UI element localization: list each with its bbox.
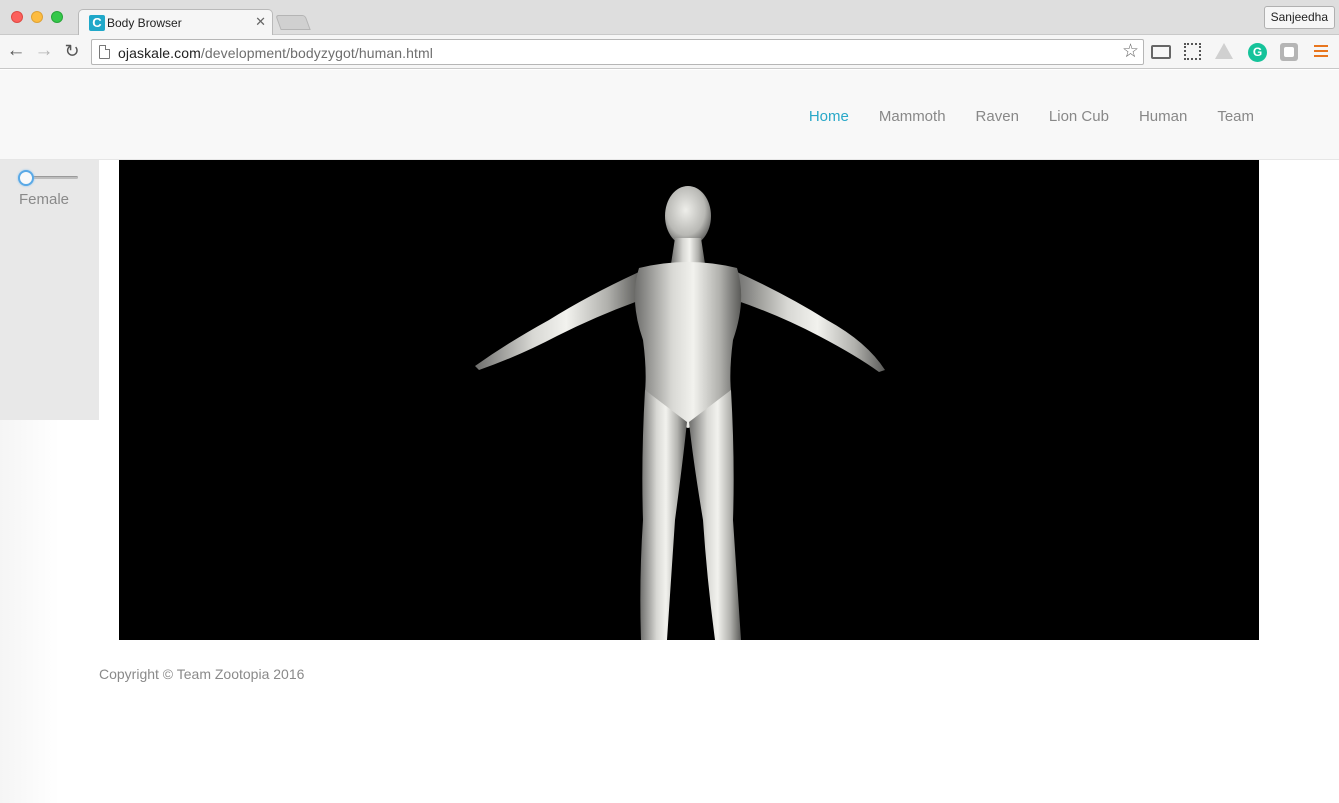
gender-slider[interactable] bbox=[18, 170, 80, 186]
shield-extension-icon[interactable] bbox=[1280, 43, 1298, 61]
tab-title: Body Browser bbox=[107, 16, 182, 30]
menu-icon[interactable] bbox=[1314, 45, 1328, 59]
nav-team[interactable]: Team bbox=[1217, 108, 1254, 125]
slider-label: Female bbox=[19, 191, 70, 208]
close-window-button[interactable] bbox=[11, 11, 23, 23]
3d-viewport[interactable] bbox=[119, 160, 1259, 640]
nav-raven[interactable]: Raven bbox=[976, 108, 1019, 125]
url-path: /development/bodyzygot/human.html bbox=[200, 45, 434, 61]
minimize-window-button[interactable] bbox=[31, 11, 43, 23]
back-icon[interactable]: ← bbox=[6, 41, 26, 61]
web-page: Home Mammoth Raven Lion Cub Human Team F… bbox=[0, 70, 1339, 803]
slider-thumb[interactable] bbox=[18, 170, 34, 186]
close-icon[interactable]: ✕ bbox=[255, 14, 266, 30]
site-header: Home Mammoth Raven Lion Cub Human Team bbox=[0, 70, 1339, 160]
drive-icon[interactable] bbox=[1215, 43, 1233, 59]
maximize-window-button[interactable] bbox=[51, 11, 63, 23]
footer-copyright: Copyright © Team Zootopia 2016 bbox=[99, 666, 305, 682]
star-icon[interactable]: ☆ bbox=[1122, 41, 1139, 63]
main-nav: Home Mammoth Raven Lion Cub Human Team bbox=[809, 108, 1254, 125]
page-icon bbox=[99, 45, 110, 59]
control-panel: Female bbox=[0, 160, 99, 420]
tab-favicon-icon: C bbox=[89, 15, 105, 31]
browser-tab[interactable]: C Body Browser ✕ bbox=[78, 9, 273, 36]
browser-titlebar: C Body Browser ✕ Sanjeedha bbox=[0, 0, 1339, 36]
url-text[interactable]: ojaskale.com/development/bodyzygot/human… bbox=[118, 45, 433, 61]
nav-mammoth[interactable]: Mammoth bbox=[879, 108, 946, 125]
address-bar[interactable]: ojaskale.com/development/bodyzygot/human… bbox=[91, 39, 1144, 65]
profile-button[interactable]: Sanjeedha bbox=[1263, 6, 1335, 29]
url-domain: ojaskale.com bbox=[118, 45, 201, 61]
browser-toolbar: ← → ↻ ojaskale.com/development/bodyzygot… bbox=[0, 35, 1339, 69]
reload-icon[interactable]: ↻ bbox=[62, 41, 82, 61]
nav-lion-cub[interactable]: Lion Cub bbox=[1049, 108, 1109, 125]
forward-icon[interactable]: → bbox=[34, 41, 54, 61]
nav-home[interactable]: Home bbox=[809, 108, 849, 125]
nav-human[interactable]: Human bbox=[1139, 108, 1187, 125]
grammarly-icon[interactable]: G bbox=[1248, 43, 1267, 62]
cast-icon[interactable] bbox=[1151, 45, 1171, 59]
new-tab-button[interactable] bbox=[275, 15, 311, 30]
zoom-extension-icon[interactable] bbox=[1184, 43, 1201, 60]
human-model bbox=[475, 186, 885, 640]
